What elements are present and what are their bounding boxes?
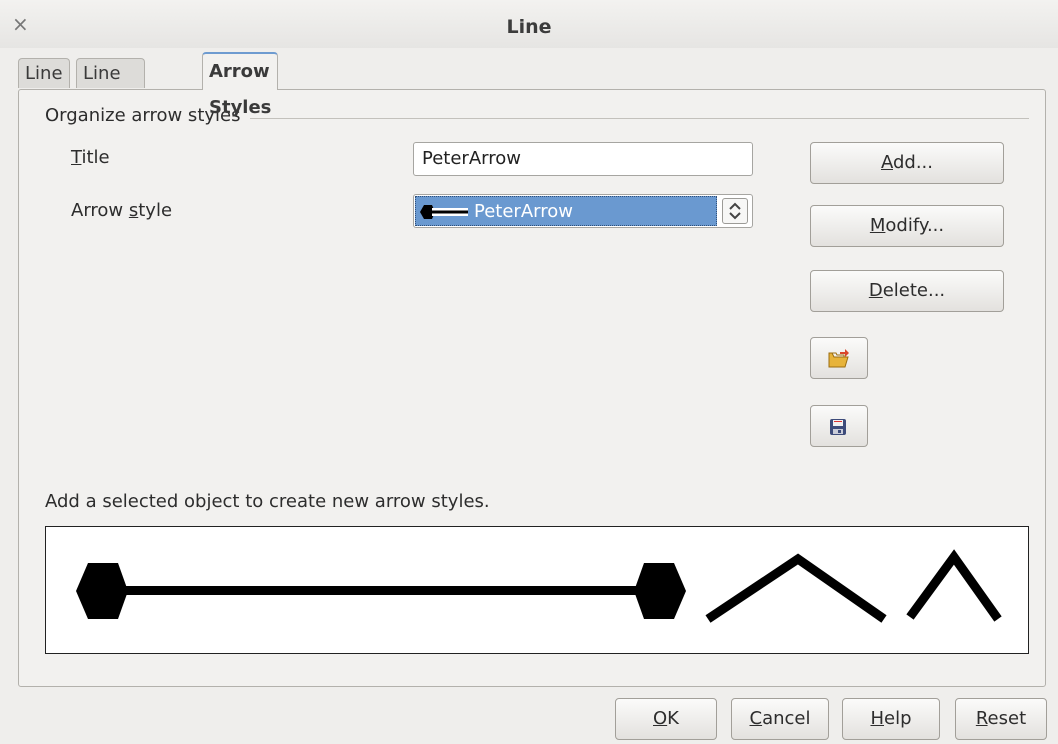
floppy-disk-icon	[830, 419, 846, 435]
title-label: Title	[71, 147, 110, 168]
modify-button[interactable]: Modify...	[810, 205, 1004, 247]
save-arrow-styles-button[interactable]	[810, 405, 868, 447]
open-folder-icon	[828, 349, 849, 368]
chevron-large-arrow	[705, 553, 887, 623]
right-arrowhead	[634, 563, 686, 619]
help-button[interactable]: Help	[842, 698, 940, 740]
load-arrow-styles-button[interactable]	[810, 337, 868, 379]
arrow-style-value: PeterArrow	[474, 201, 573, 222]
title-input[interactable]: PeterArrow	[413, 142, 753, 176]
reset-button[interactable]: Reset	[955, 698, 1047, 740]
window-title: Line	[506, 16, 552, 38]
ok-button[interactable]: OK	[615, 698, 717, 740]
arrow-preview	[45, 526, 1029, 654]
arrow-style-label: Arrow style	[71, 200, 173, 221]
add-button[interactable]: Add...	[810, 142, 1004, 184]
arrow-styles-panel: Organize arrow styles Title PeterArrow A…	[18, 89, 1046, 687]
title-bar: × Line	[0, 0, 1058, 48]
spin-updown-icon[interactable]	[722, 198, 748, 224]
chevron-small-arrow	[906, 549, 1002, 622]
arrow-preview-canvas	[76, 549, 1002, 623]
cancel-button[interactable]: Cancel	[731, 698, 829, 740]
arrow-preview-icon	[420, 205, 468, 219]
tab-line-styles[interactable]: Line Styles	[76, 58, 145, 114]
hint-text: Add a selected object to create new arro…	[45, 491, 490, 512]
arrow-style-select[interactable]: PeterArrow	[413, 194, 753, 228]
selected-arrow-style: PeterArrow	[415, 196, 717, 226]
tab-line[interactable]: Line	[18, 58, 70, 88]
delete-button[interactable]: Delete...	[810, 270, 1004, 312]
left-arrowhead	[76, 563, 128, 619]
tab-arrow-styles[interactable]: Arrow Styles	[202, 52, 279, 118]
